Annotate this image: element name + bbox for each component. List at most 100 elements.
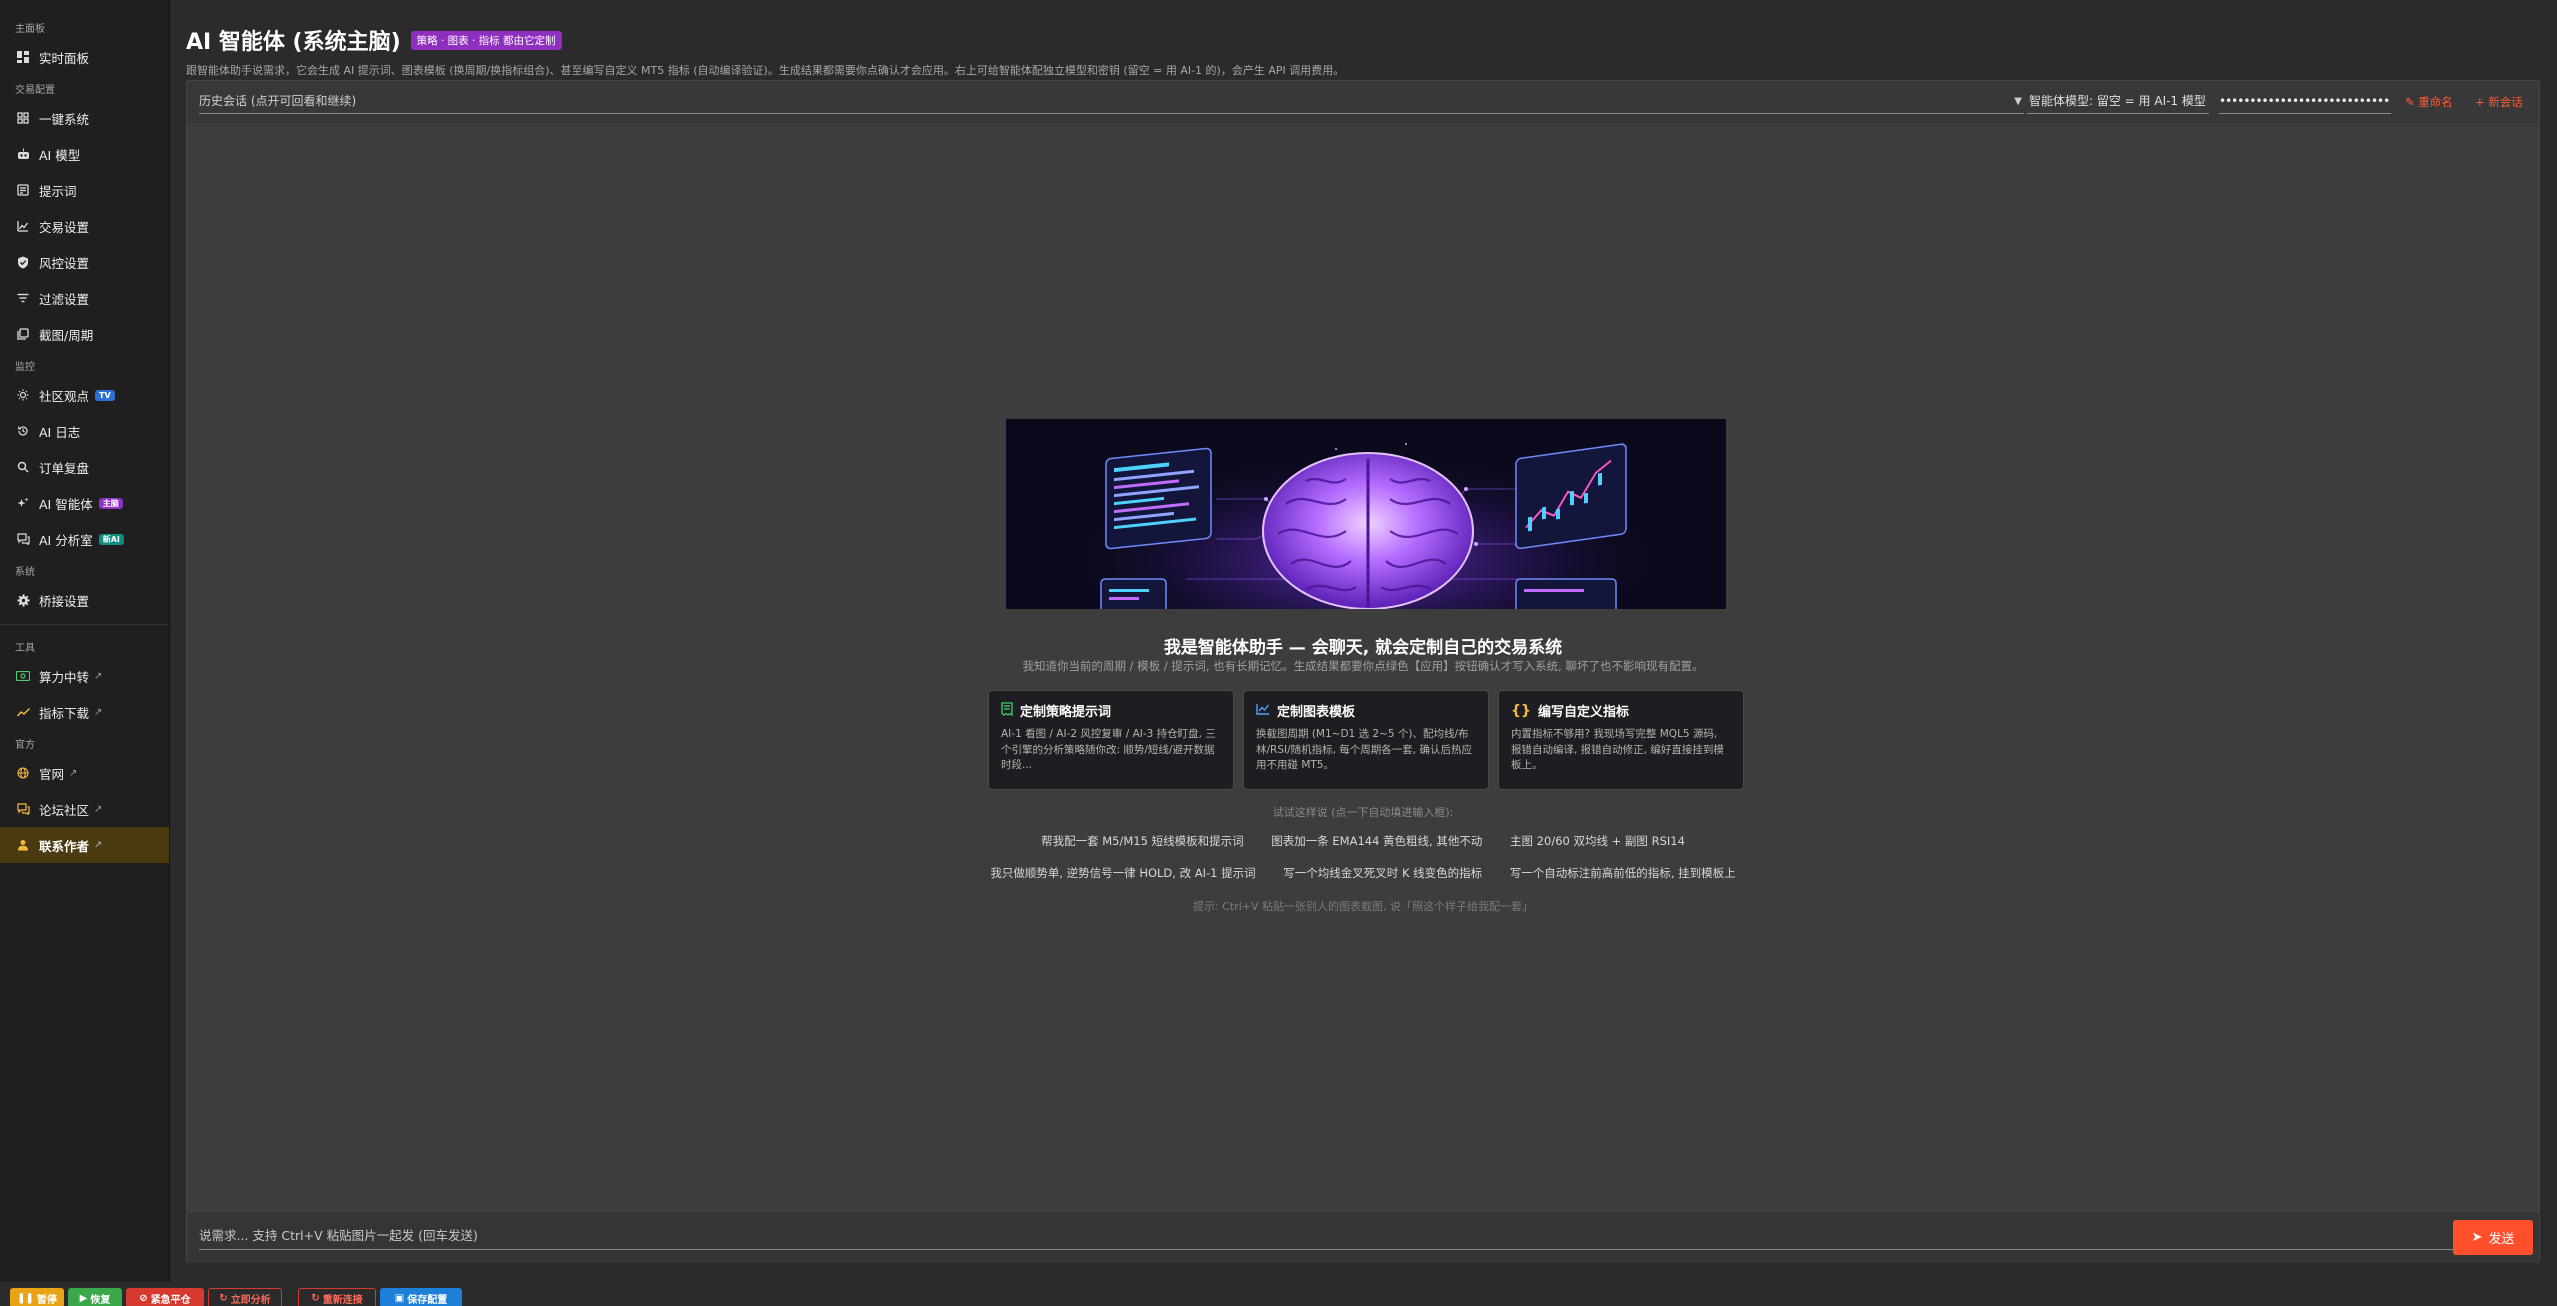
sparkle-icon bbox=[15, 495, 31, 511]
external-link-icon: ↗ bbox=[94, 803, 103, 815]
external-link-icon: ↗ bbox=[94, 670, 103, 682]
send-icon: ➤ bbox=[2471, 1230, 2483, 1245]
sidebar-item-ai-analysis-room[interactable]: AI 分析室 新AI bbox=[0, 521, 169, 557]
robot-icon bbox=[15, 146, 31, 162]
globe-icon bbox=[15, 765, 31, 781]
sidebar-item-label: 桥接设置 bbox=[39, 593, 90, 609]
sidebar-item-risk-settings[interactable]: 风控设置 bbox=[0, 244, 169, 280]
sidebar-section-tools: 工具 bbox=[15, 643, 35, 654]
dashboard-icon bbox=[15, 49, 31, 65]
shield-icon bbox=[15, 254, 31, 270]
gear-icon bbox=[15, 592, 31, 608]
sidebar-item-indicator-download[interactable]: 指标下载 ↗ bbox=[0, 694, 169, 730]
example-chip[interactable]: 图表加一条 EMA144 黄色粗线, 其他不动 bbox=[1271, 833, 1482, 849]
sidebar-item-forum[interactable]: 论坛社区 ↗ bbox=[0, 791, 169, 827]
filter-icon bbox=[15, 290, 31, 306]
resume-button[interactable]: ▶ 恢复 bbox=[68, 1288, 122, 1306]
sidebar-section-trading: 交易配置 bbox=[15, 85, 55, 96]
example-chip[interactable]: 帮我配一套 M5/M15 短线模板和提示词 bbox=[1041, 833, 1243, 849]
sidebar-item-label: 一键系统 bbox=[39, 111, 90, 127]
emergency-close-button[interactable]: ⊘ 紧急平仓 bbox=[126, 1288, 204, 1306]
card-custom-prompt[interactable]: 定制策略提示词 AI-1 看图 / AI-2 风控复审 / AI-3 持仓盯盘,… bbox=[988, 690, 1234, 790]
sidebar-item-label: 订单复盘 bbox=[39, 460, 90, 476]
sidebar-item-label: AI 模型 bbox=[39, 147, 81, 163]
external-link-icon: ↗ bbox=[94, 839, 103, 851]
sidebar-item-bridge-settings[interactable]: 桥接设置 bbox=[0, 582, 169, 618]
send-button[interactable]: ➤ 发送 bbox=[2453, 1220, 2533, 1255]
sidebar-item-dashboard[interactable]: 实时面板 bbox=[0, 39, 169, 75]
sidebar-item-label: 实时面板 bbox=[39, 50, 90, 66]
reconnect-label: 重新连接 bbox=[322, 1294, 363, 1306]
chart-line-icon bbox=[1256, 703, 1270, 719]
sidebar-item-website[interactable]: 官网 ↗ bbox=[0, 755, 169, 791]
example-chip[interactable]: 我只做顺势单, 逆势信号一律 HOLD, 改 AI-1 提示词 bbox=[990, 865, 1255, 881]
sidebar-item-one-click[interactable]: 一键系统 bbox=[0, 100, 169, 136]
sidebar-item-contact-author[interactable]: 联系作者 ↗ bbox=[0, 827, 169, 863]
bottom-action-bar: ❚❚ 暂停 ▶ 恢复 ⊘ 紧急平仓 ↻ 立即分析 ↻ 重新连接 ▣ 保存配置 bbox=[0, 1282, 2557, 1306]
sidebar-item-prompts[interactable]: 提示词 bbox=[0, 172, 169, 208]
play-icon: ▶ bbox=[79, 1292, 88, 1304]
example-chip[interactable]: 写一个均线金叉死叉时 K 线变色的指标 bbox=[1283, 865, 1482, 881]
analyze-now-button[interactable]: ↻ 立即分析 bbox=[208, 1288, 282, 1306]
page-header: AI 智能体 (系统主脑) 策略 · 图表 · 指标 都由它定制 跟智能体助手说… bbox=[186, 24, 1344, 78]
reconnect-icon: ↻ bbox=[311, 1292, 320, 1304]
example-chips-row-1: 帮我配一套 M5/M15 短线模板和提示词 图表加一条 EMA144 黄色粗线,… bbox=[187, 833, 2539, 849]
forum-icon bbox=[15, 801, 31, 817]
save-config-button[interactable]: ▣ 保存配置 bbox=[380, 1288, 462, 1306]
welcome-subtitle: 我知道你当前的周期 / 模板 / 提示词, 也有长期记忆。生成结果都要你点绿色【… bbox=[1022, 659, 1704, 673]
sidebar-divider bbox=[0, 624, 169, 625]
chat-toolbar: 历史会话 (点开可回看和继续) ▼ 智能体模型: 留空 = 用 AI-1 模型 … bbox=[187, 81, 2539, 123]
message-input[interactable]: 说需求... 支持 Ctrl+V 粘贴图片一起发 (回车发送) bbox=[199, 1224, 2455, 1250]
new-ai-badge: 新AI bbox=[98, 533, 124, 545]
card-title: 定制策略提示词 bbox=[1020, 705, 1112, 720]
money-icon bbox=[15, 668, 31, 684]
pause-icon: ❚❚ bbox=[17, 1292, 34, 1304]
sidebar-item-label: 算力中转 bbox=[39, 669, 90, 685]
save-icon: ▣ bbox=[394, 1292, 405, 1304]
sidebar-item-label: 指标下载 bbox=[39, 705, 90, 721]
title-tag-badge: 策略 · 图表 · 指标 都由它定制 bbox=[410, 30, 562, 50]
sidebar-item-ai-log[interactable]: AI 日志 bbox=[0, 413, 169, 449]
api-key-input[interactable]: •••••••••••••••••••••••••••••••• bbox=[2219, 92, 2391, 114]
card-custom-indicator[interactable]: {} 编写自定义指标 内置指标不够用? 我现场写完整 MQL5 源码, 报错自动… bbox=[1498, 690, 1744, 790]
sidebar-section-monitor: 监控 bbox=[15, 362, 35, 373]
card-title: 编写自定义指标 bbox=[1537, 705, 1629, 720]
external-link-icon: ↗ bbox=[94, 706, 103, 718]
new-chat-button[interactable]: + 新会话 bbox=[2475, 94, 2523, 110]
person-icon bbox=[15, 837, 31, 853]
sidebar-item-ai-model[interactable]: AI 模型 bbox=[0, 136, 169, 172]
sidebar-item-trading-settings[interactable]: 交易设置 bbox=[0, 208, 169, 244]
sidebar-item-screenshot-period[interactable]: 截图/周期 bbox=[0, 316, 169, 352]
sidebar-item-community-views[interactable]: 社区观点 TV bbox=[0, 377, 169, 413]
sidebar-section-system: 系统 bbox=[15, 567, 35, 578]
card-description: AI-1 看图 / AI-2 风控复审 / AI-3 持仓盯盘, 三个引擎的分析… bbox=[1001, 728, 1216, 771]
history-session-placeholder: 历史会话 (点开可回看和继续) bbox=[199, 94, 357, 108]
pause-label: 暂停 bbox=[36, 1294, 57, 1306]
example-chip[interactable]: 写一个自动标注前高前低的指标, 挂到模板上 bbox=[1510, 865, 1736, 881]
rename-label: 重命名 bbox=[2418, 95, 2453, 109]
grid-icon bbox=[15, 110, 31, 126]
sidebar-item-compute-relay[interactable]: 算力中转 ↗ bbox=[0, 658, 169, 694]
reconnect-button[interactable]: ↻ 重新连接 bbox=[298, 1288, 376, 1306]
message-composer: 说需求... 支持 Ctrl+V 粘贴图片一起发 (回车发送) ➤ 发送 bbox=[187, 1211, 2539, 1263]
rename-button[interactable]: ✎ 重命名 bbox=[2405, 94, 2453, 110]
agent-model-input[interactable]: 智能体模型: 留空 = 用 AI-1 模型 bbox=[2027, 92, 2209, 114]
sidebar-item-label: AI 智能体 bbox=[39, 496, 93, 512]
pause-button[interactable]: ❚❚ 暂停 bbox=[10, 1288, 64, 1306]
sidebar-item-filter-settings[interactable]: 过滤设置 bbox=[0, 280, 169, 316]
card-custom-chart-template[interactable]: 定制图表模板 换截图周期 (M1~D1 选 2~5 个)、配均线/布林/RSI/… bbox=[1243, 690, 1489, 790]
example-chip[interactable]: 主图 20/60 双均线 + 副图 RSI14 bbox=[1510, 833, 1685, 849]
sidebar-item-label: 论坛社区 bbox=[39, 802, 90, 818]
sidebar-item-ai-agent[interactable]: AI 智能体 主脑 bbox=[0, 485, 169, 521]
trend-icon bbox=[15, 704, 31, 720]
stop-icon: ⊘ bbox=[139, 1292, 148, 1304]
history-session-select[interactable]: 历史会话 (点开可回看和继续) ▼ bbox=[199, 92, 2024, 114]
agent-chat-panel: 历史会话 (点开可回看和继续) ▼ 智能体模型: 留空 = 用 AI-1 模型 … bbox=[186, 80, 2540, 1263]
emergency-close-label: 紧急平仓 bbox=[150, 1294, 191, 1306]
edit-icon: ✎ bbox=[2405, 95, 2415, 109]
sidebar: 主面板 实时面板 交易配置 一键系统 AI 模型 提示词 交易设置 风控设置 过… bbox=[0, 0, 170, 1282]
brain-hero-image bbox=[1006, 419, 1726, 609]
example-chips-row-2: 我只做顺势单, 逆势信号一律 HOLD, 改 AI-1 提示词 写一个均线金叉死… bbox=[187, 865, 2539, 881]
sidebar-item-order-review[interactable]: 订单复盘 bbox=[0, 449, 169, 485]
sidebar-item-label: 官网 bbox=[39, 766, 65, 782]
